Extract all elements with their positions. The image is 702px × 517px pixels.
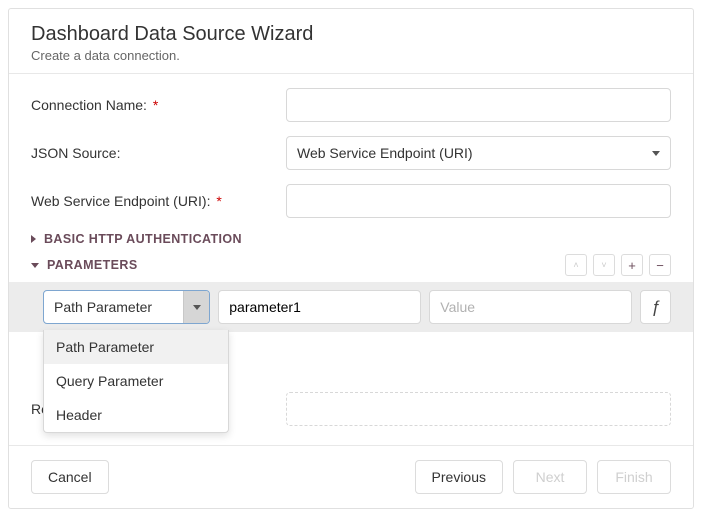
minus-icon: − [656, 258, 664, 273]
plus-icon: + [628, 258, 636, 273]
add-param-button[interactable]: + [621, 254, 643, 276]
chevron-up-icon: ˄ [573, 261, 578, 270]
result-uri-box [286, 392, 671, 426]
nav-buttons: Previous Next Finish [415, 460, 671, 494]
function-icon: ƒ [651, 297, 660, 317]
section-label: PARAMETERS [47, 258, 138, 272]
chevron-down-icon: ˅ [601, 261, 606, 270]
endpoint-input[interactable] [286, 184, 671, 218]
json-source-value: Web Service Endpoint (URI) [297, 145, 473, 161]
param-name-input[interactable] [218, 290, 421, 324]
dropdown-option-header[interactable]: Header [44, 398, 228, 432]
param-value-input[interactable] [429, 290, 632, 324]
next-button[interactable]: Next [513, 460, 587, 494]
params-section-header[interactable]: PARAMETERS [31, 258, 138, 272]
json-source-select[interactable]: Web Service Endpoint (URI) [286, 136, 671, 170]
label-text: Connection Name: [31, 97, 147, 113]
connection-name-row: Connection Name: * [31, 88, 671, 122]
json-source-row: JSON Source: Web Service Endpoint (URI) [31, 136, 671, 170]
section-label: BASIC HTTP AUTHENTICATION [44, 232, 242, 246]
finish-button[interactable]: Finish [597, 460, 671, 494]
required-mark: * [216, 193, 221, 209]
wizard-body: Connection Name: * JSON Source: Web Serv… [9, 74, 693, 445]
remove-param-button[interactable]: − [649, 254, 671, 276]
json-source-label: JSON Source: [31, 145, 286, 161]
required-mark: * [153, 97, 158, 113]
param-type-dropdown: Path Parameter Query Parameter Header [43, 330, 229, 433]
dropdown-option-query[interactable]: Query Parameter [44, 364, 228, 398]
endpoint-label: Web Service Endpoint (URI): * [31, 193, 286, 209]
params-toolbar: ˄ ˅ + − [565, 254, 671, 276]
param-row: Path Parameter ƒ [43, 290, 671, 324]
params-section-bar: PARAMETERS ˄ ˅ + − [31, 254, 671, 276]
param-type-combo[interactable]: Path Parameter [43, 290, 210, 324]
connection-name-input[interactable] [286, 88, 671, 122]
cancel-button[interactable]: Cancel [31, 460, 109, 494]
param-type-dropdown-button[interactable] [183, 291, 209, 323]
param-row-container: Path Parameter ƒ Path Parameter Query Pa… [9, 282, 693, 332]
dropdown-option-path[interactable]: Path Parameter [44, 330, 228, 364]
auth-section-header[interactable]: BASIC HTTP AUTHENTICATION [31, 232, 671, 246]
chevron-down-icon [31, 263, 39, 268]
wizard-dialog: Dashboard Data Source Wizard Create a da… [8, 8, 694, 509]
previous-button[interactable]: Previous [415, 460, 503, 494]
wizard-footer: Cancel Previous Next Finish [9, 445, 693, 508]
move-up-button[interactable]: ˄ [565, 254, 587, 276]
caret-down-icon [193, 305, 201, 310]
label-text: Web Service Endpoint (URI): [31, 193, 210, 209]
wizard-header: Dashboard Data Source Wizard Create a da… [9, 9, 693, 74]
connection-name-label: Connection Name: * [31, 97, 286, 113]
page-subtitle: Create a data connection. [31, 48, 671, 63]
endpoint-row: Web Service Endpoint (URI): * [31, 184, 671, 218]
page-title: Dashboard Data Source Wizard [31, 23, 671, 46]
caret-down-icon [652, 151, 660, 156]
chevron-right-icon [31, 235, 36, 243]
param-type-value: Path Parameter [44, 291, 183, 323]
move-down-button[interactable]: ˅ [593, 254, 615, 276]
expression-button[interactable]: ƒ [640, 290, 671, 324]
